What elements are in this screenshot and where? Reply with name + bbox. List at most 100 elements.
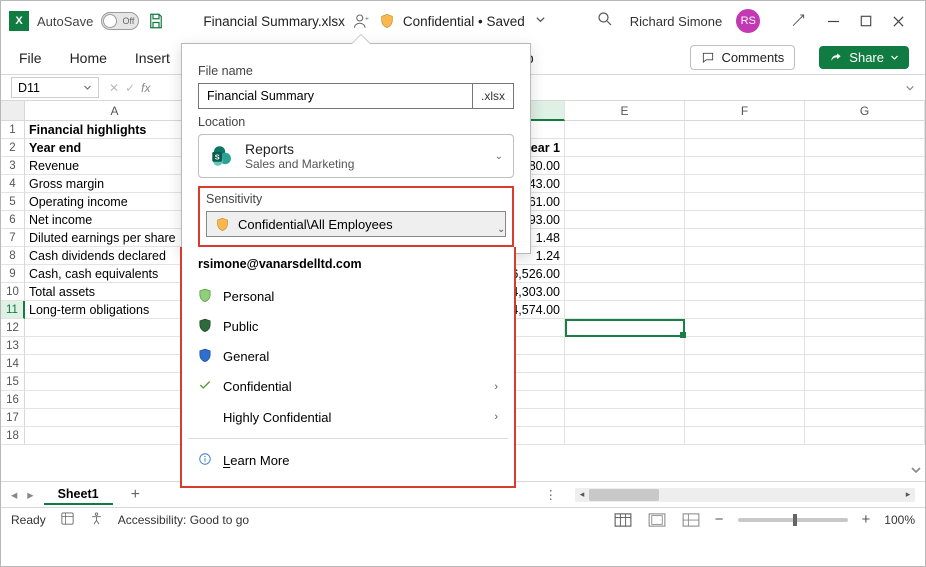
cell-A18[interactable] xyxy=(25,427,205,445)
cell-A3[interactable]: Revenue xyxy=(25,157,205,175)
tab-insert[interactable]: Insert xyxy=(133,48,172,68)
cell-G9[interactable] xyxy=(805,265,925,283)
row-header-14[interactable]: 14 xyxy=(1,355,25,373)
cell-G11[interactable] xyxy=(805,301,925,319)
cell-G14[interactable] xyxy=(805,355,925,373)
cell-E14[interactable] xyxy=(565,355,685,373)
cell-F15[interactable] xyxy=(685,373,805,391)
row-header-10[interactable]: 10 xyxy=(1,283,25,301)
row-header-16[interactable]: 16 xyxy=(1,391,25,409)
cell-F11[interactable] xyxy=(685,301,805,319)
cell-E7[interactable] xyxy=(565,229,685,247)
row-header-4[interactable]: 4 xyxy=(1,175,25,193)
cell-F5[interactable] xyxy=(685,193,805,211)
cell-E17[interactable] xyxy=(565,409,685,427)
zoom-level[interactable]: 100% xyxy=(884,513,915,527)
cell-G10[interactable] xyxy=(805,283,925,301)
row-header-1[interactable]: 1 xyxy=(1,121,25,139)
cell-E5[interactable] xyxy=(565,193,685,211)
sheet-nav-prev-icon[interactable]: ◂ xyxy=(11,487,17,502)
row-header-18[interactable]: 18 xyxy=(1,427,25,445)
cell-A5[interactable]: Operating income xyxy=(25,193,205,211)
cell-G8[interactable] xyxy=(805,247,925,265)
cell-A16[interactable] xyxy=(25,391,205,409)
name-box[interactable]: D11 xyxy=(11,77,99,98)
view-pagelayout-icon[interactable] xyxy=(647,511,667,529)
hscroll-left-icon[interactable]: ◂ xyxy=(575,488,589,502)
share-button[interactable]: Share xyxy=(819,46,909,69)
location-picker[interactable]: S Reports Sales and Marketing ⌄ xyxy=(198,134,514,178)
cell-A1[interactable]: Financial highlights xyxy=(25,121,205,139)
cell-A6[interactable]: Net income xyxy=(25,211,205,229)
cell-G5[interactable] xyxy=(805,193,925,211)
cell-E10[interactable] xyxy=(565,283,685,301)
view-normal-icon[interactable] xyxy=(613,511,633,529)
cell-E6[interactable] xyxy=(565,211,685,229)
accessibility-icon[interactable] xyxy=(89,511,104,529)
cell-F8[interactable] xyxy=(685,247,805,265)
hscroll-right-icon[interactable]: ▸ xyxy=(901,488,915,502)
cell-A4[interactable]: Gross margin xyxy=(25,175,205,193)
col-header-a[interactable]: A xyxy=(25,101,205,121)
cell-E18[interactable] xyxy=(565,427,685,445)
sheet-grip-icon[interactable]: ⋮ xyxy=(545,487,566,502)
cell-G18[interactable] xyxy=(805,427,925,445)
cell-G7[interactable] xyxy=(805,229,925,247)
tab-home[interactable]: Home xyxy=(68,48,109,68)
cell-G3[interactable] xyxy=(805,157,925,175)
row-header-8[interactable]: 8 xyxy=(1,247,25,265)
sensitivity-learn-more[interactable]: LLearn Moreearn More xyxy=(192,445,504,476)
enter-formula-icon[interactable]: ✓ xyxy=(125,81,135,95)
user-avatar[interactable]: RS xyxy=(736,9,760,33)
cell-F18[interactable] xyxy=(685,427,805,445)
zoom-in-icon[interactable]: + xyxy=(862,511,871,528)
filename-input[interactable] xyxy=(199,84,472,108)
sensitivity-option-highly[interactable]: Highly Confidential › xyxy=(192,402,504,432)
comments-button[interactable]: Comments xyxy=(690,45,795,70)
add-sheet-icon[interactable]: + xyxy=(123,486,148,504)
minimize-icon[interactable] xyxy=(827,15,840,28)
close-icon[interactable] xyxy=(892,15,905,28)
row-header-11[interactable]: 11 xyxy=(1,301,25,319)
cell-G13[interactable] xyxy=(805,337,925,355)
cell-G15[interactable] xyxy=(805,373,925,391)
row-header-9[interactable]: 9 xyxy=(1,265,25,283)
cell-G12[interactable] xyxy=(805,319,925,337)
row-header-17[interactable]: 17 xyxy=(1,409,25,427)
cell-E1[interactable] xyxy=(565,121,685,139)
cell-A13[interactable] xyxy=(25,337,205,355)
cell-E16[interactable] xyxy=(565,391,685,409)
cell-E3[interactable] xyxy=(565,157,685,175)
presence-icon[interactable]: + xyxy=(353,12,371,30)
col-header-f[interactable]: F xyxy=(685,101,805,121)
cell-E2[interactable] xyxy=(565,139,685,157)
cell-E8[interactable] xyxy=(565,247,685,265)
cell-F17[interactable] xyxy=(685,409,805,427)
cell-G6[interactable] xyxy=(805,211,925,229)
cell-G4[interactable] xyxy=(805,175,925,193)
sensitivity-select[interactable]: Confidential\All Employees ⌄ xyxy=(206,211,506,237)
cell-E12[interactable] xyxy=(565,319,685,337)
cell-F14[interactable] xyxy=(685,355,805,373)
cell-A2[interactable]: Year end xyxy=(25,139,205,157)
stats-icon[interactable] xyxy=(60,511,75,529)
maximize-icon[interactable] xyxy=(860,15,872,27)
tab-file[interactable]: File xyxy=(17,48,44,68)
col-header-e[interactable]: E xyxy=(565,101,685,121)
hscroll-thumb[interactable] xyxy=(589,489,659,501)
sensitivity-option-personal[interactable]: Personal xyxy=(192,281,504,311)
row-header-5[interactable]: 5 xyxy=(1,193,25,211)
cell-F16[interactable] xyxy=(685,391,805,409)
cell-E13[interactable] xyxy=(565,337,685,355)
autosave-toggle[interactable]: Off xyxy=(101,12,139,30)
cell-A15[interactable] xyxy=(25,373,205,391)
fx-icon[interactable]: fx xyxy=(141,81,150,95)
user-name[interactable]: Richard Simone xyxy=(630,14,723,29)
cell-A9[interactable]: Cash, cash equivalents xyxy=(25,265,205,283)
cell-A14[interactable] xyxy=(25,355,205,373)
row-header-2[interactable]: 2 xyxy=(1,139,25,157)
horizontal-scrollbar[interactable]: ◂ ▸ xyxy=(575,488,915,502)
cell-F9[interactable] xyxy=(685,265,805,283)
cell-F7[interactable] xyxy=(685,229,805,247)
cell-G16[interactable] xyxy=(805,391,925,409)
